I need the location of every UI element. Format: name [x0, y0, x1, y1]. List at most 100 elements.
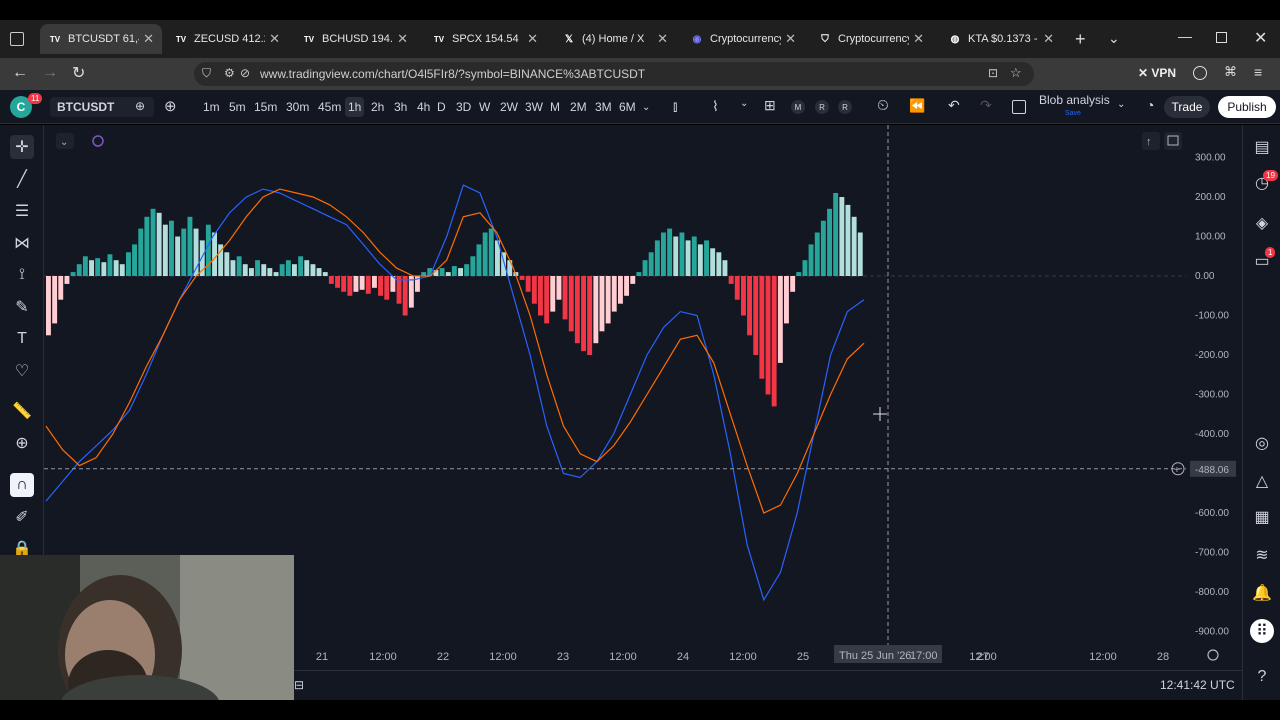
- interval-M[interactable]: M: [547, 97, 563, 117]
- indicators-dropdown-icon[interactable]: ⌄: [740, 98, 748, 109]
- candle-type-icon[interactable]: ⫾: [673, 98, 677, 115]
- help-icon[interactable]: ?: [1250, 665, 1274, 689]
- tab-close-icon[interactable]: ✕: [527, 31, 538, 47]
- tab-close-icon[interactable]: ✕: [269, 31, 280, 47]
- layout-toggle-icon[interactable]: [1012, 100, 1026, 114]
- text-tool-icon[interactable]: T: [10, 327, 34, 351]
- lock-drawing-icon[interactable]: ✐: [10, 505, 34, 529]
- add-symbol-icon[interactable]: ⊕: [164, 97, 177, 115]
- restore-icon[interactable]: [1216, 32, 1227, 43]
- pattern-tool-icon[interactable]: ⋈: [10, 231, 34, 255]
- interval-3W[interactable]: 3W: [522, 97, 546, 117]
- tab-close-icon[interactable]: ✕: [657, 31, 668, 47]
- tab-search-icon[interactable]: ⌄: [1108, 30, 1120, 47]
- tab-close-icon[interactable]: ✕: [397, 31, 408, 47]
- interval-15m[interactable]: 15m: [251, 97, 280, 117]
- browser-tab[interactable]: TV BTCUSDT 61,402.0 ✕: [40, 24, 162, 54]
- interval-3M[interactable]: 3M: [592, 97, 615, 117]
- quick-search-icon[interactable]: ◔: [1146, 97, 1154, 113]
- bookmark-star-icon[interactable]: ☆: [1010, 65, 1022, 81]
- icon-tool-icon[interactable]: ♡: [10, 359, 34, 383]
- tracking-blocked-icon[interactable]: ⊘: [240, 66, 250, 80]
- brush-tool-icon[interactable]: ✎: [10, 295, 34, 319]
- calendar-icon[interactable]: ▦: [1250, 505, 1274, 529]
- close-window-icon[interactable]: ✕: [1254, 28, 1267, 48]
- interval-1h[interactable]: 1h: [345, 97, 365, 117]
- tab-close-icon[interactable]: ✕: [1043, 31, 1054, 47]
- interval-dropdown-icon[interactable]: ⌄: [642, 97, 650, 117]
- interval-3h[interactable]: 3h: [391, 97, 410, 117]
- layout-dropdown-icon[interactable]: ⌄: [1117, 99, 1125, 110]
- apps-grid-icon[interactable]: ⠿: [1250, 619, 1274, 643]
- trade-button[interactable]: Trade: [1164, 96, 1210, 118]
- pane-maximize-button[interactable]: [1164, 132, 1182, 150]
- interval-30m[interactable]: 30m: [283, 97, 312, 117]
- crosshair-tool-icon[interactable]: ✛: [10, 135, 34, 159]
- tab-close-icon[interactable]: ✕: [143, 31, 154, 47]
- tab-close-icon[interactable]: ✕: [913, 31, 924, 47]
- install-app-icon[interactable]: ⊡: [988, 66, 998, 80]
- url-field[interactable]: ⛉ ⚙ ⊘ www.tradingview.com/chart/O4l5FIr8…: [194, 62, 1034, 86]
- ideas-icon[interactable]: △: [1250, 469, 1274, 493]
- news-feed-icon[interactable]: ≋: [1250, 543, 1274, 567]
- object-tree-icon[interactable]: ◈: [1250, 211, 1274, 235]
- reload-icon[interactable]: ↻: [72, 63, 85, 83]
- histogram-bar: [470, 256, 476, 277]
- watchlist-icon[interactable]: ▤: [1250, 135, 1274, 159]
- notifications-icon[interactable]: 🔔: [1250, 581, 1274, 605]
- layout-grid-icon[interactable]: ⊞: [764, 97, 776, 114]
- interval-5m[interactable]: 5m: [226, 97, 249, 117]
- interval-3D[interactable]: 3D: [453, 97, 474, 117]
- publish-button[interactable]: Publish: [1218, 96, 1276, 118]
- alert-clock-icon[interactable]: ⏲: [877, 97, 889, 114]
- forward-icon[interactable]: →: [42, 64, 58, 82]
- interval-2M[interactable]: 2M: [567, 97, 590, 117]
- browser-menu-icon[interactable]: ≡: [1254, 64, 1262, 80]
- replay-r-icon[interactable]: R: [815, 100, 829, 114]
- back-icon[interactable]: ←: [12, 64, 28, 82]
- ruler-tool-icon[interactable]: 📏: [10, 399, 34, 423]
- histogram-bar: [255, 260, 260, 276]
- profile-icon[interactable]: [1193, 66, 1207, 80]
- bar-replay-icon[interactable]: ⏪: [909, 98, 925, 114]
- interval-45m[interactable]: 45m: [315, 97, 344, 117]
- browser-tab[interactable]: TV ZECUSD 412.23 ▼ ✕: [166, 24, 288, 54]
- browser-tab[interactable]: ◍ KTA $0.1373 - Kee ✕: [940, 24, 1062, 54]
- extensions-icon[interactable]: ⌘: [1224, 64, 1237, 80]
- trend-line-tool-icon[interactable]: ╱: [10, 167, 34, 191]
- minimize-icon[interactable]: —: [1178, 28, 1192, 44]
- timeframe-menu-icon[interactable]: ⊟: [294, 678, 304, 692]
- interval-4h[interactable]: 4h: [414, 97, 433, 117]
- interval-2h[interactable]: 2h: [368, 97, 387, 117]
- utc-clock[interactable]: 12:41:42 UTC: [1160, 678, 1235, 692]
- site-settings-icon[interactable]: ⚙: [224, 66, 235, 80]
- browser-tab[interactable]: 𝕏 (4) Home / X ✕: [554, 24, 676, 54]
- zoom-tool-icon[interactable]: ⊕: [10, 431, 34, 455]
- interval-6M[interactable]: 6M: [616, 97, 639, 117]
- add-alert-plus-icon[interactable]: +: [1174, 465, 1180, 476]
- new-tab-icon[interactable]: +: [1075, 29, 1086, 50]
- magnet-tool-icon[interactable]: ∩: [10, 473, 34, 497]
- fib-tool-icon[interactable]: ☰: [10, 199, 34, 223]
- site-info-icon[interactable]: ⛉: [202, 66, 211, 81]
- vpn-button[interactable]: ✕ VPN: [1138, 66, 1176, 80]
- browser-tab[interactable]: TV BCHUSD 194.05 ▲ ✕: [294, 24, 416, 54]
- undo-icon[interactable]: ↶: [948, 97, 960, 114]
- interval-1m[interactable]: 1m: [200, 97, 223, 117]
- browser-tab[interactable]: TV SPCX 154.54 ▼ −1 ✕: [424, 24, 546, 54]
- redo-icon[interactable]: ↷: [980, 97, 992, 114]
- replay-r2-icon[interactable]: R: [838, 100, 852, 114]
- browser-tab[interactable]: ◉ Cryptocurrency Pr✕: [682, 24, 804, 54]
- browser-tab[interactable]: ⛉ Cryptocurrency Lis✕: [810, 24, 932, 54]
- layout-name-button[interactable]: Blob analysis Save: [1039, 94, 1110, 120]
- target-icon[interactable]: ◎: [1250, 431, 1274, 455]
- tab-close-icon[interactable]: ✕: [785, 31, 796, 47]
- compare-symbol-icon[interactable]: ⊕: [135, 99, 145, 113]
- tab-actions-icon[interactable]: [10, 32, 24, 46]
- indicators-icon[interactable]: ⌇: [712, 98, 719, 115]
- interval-2W[interactable]: 2W: [497, 97, 521, 117]
- forecast-tool-icon[interactable]: ⟟: [10, 263, 34, 287]
- interval-W[interactable]: W: [476, 97, 493, 117]
- interval-D[interactable]: D: [434, 97, 449, 117]
- alert-m-icon[interactable]: M: [791, 100, 805, 114]
